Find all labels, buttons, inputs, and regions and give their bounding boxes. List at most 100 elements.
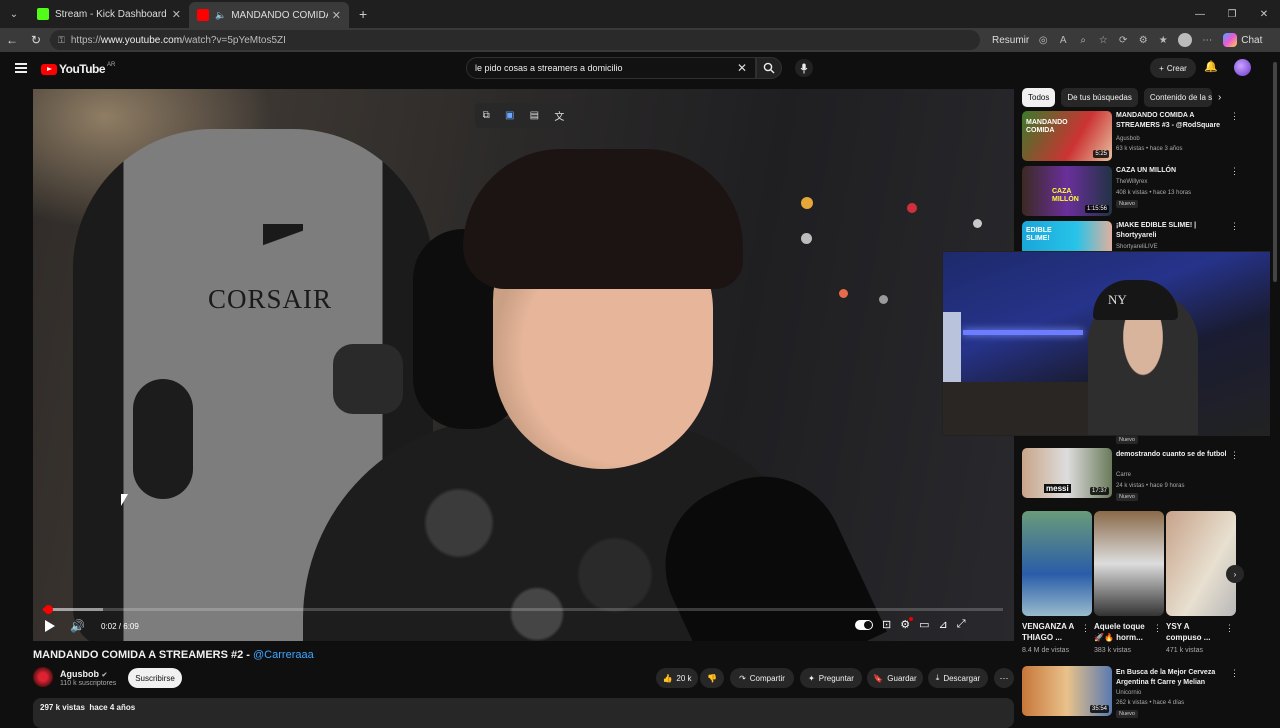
short-title[interactable]: YSY A compuso ...: [1166, 621, 1224, 643]
short-thumbnail[interactable]: [1166, 511, 1236, 616]
voice-search-button[interactable]: [795, 59, 813, 77]
picture-in-picture-window[interactable]: NY: [942, 251, 1272, 436]
settings-more-icon[interactable]: ⋯: [1197, 35, 1217, 46]
summarize-icon[interactable]: ◎: [1033, 35, 1053, 46]
short-thumbnail[interactable]: [1022, 511, 1092, 616]
more-options-icon[interactable]: ⋮: [1230, 166, 1239, 177]
copilot-icon[interactable]: [1223, 33, 1238, 47]
share-label: Compartir: [749, 673, 785, 683]
miniplayer-icon[interactable]: ▭: [919, 618, 929, 631]
more-options-icon[interactable]: ⋮: [1230, 668, 1239, 679]
resumir-button[interactable]: Resumir: [992, 35, 1029, 46]
video-capture-icon[interactable]: ▣: [505, 110, 514, 121]
favorites-icon[interactable]: ★: [1153, 35, 1173, 46]
subtitles-icon[interactable]: ⊡: [882, 618, 891, 631]
url-path: /watch?v=5pYeMtos5ZI: [182, 34, 286, 46]
duration-badge: 5:25: [1093, 150, 1109, 158]
create-button[interactable]: + Crear: [1150, 58, 1196, 78]
short-title[interactable]: Aquele toque 🚀🔥 horm...: [1094, 621, 1152, 643]
volume-icon[interactable]: 🔊: [70, 619, 85, 633]
like-button[interactable]: 👍 20 k: [656, 668, 698, 688]
scrubber-handle[interactable]: [44, 605, 53, 614]
translate-icon[interactable]: 文: [554, 108, 564, 123]
thumbnail-text: CAZA MILLÓN: [1052, 188, 1079, 203]
dislike-button[interactable]: 👎: [700, 668, 724, 688]
description-box[interactable]: [33, 698, 1014, 728]
more-actions-button[interactable]: ⋯: [994, 668, 1014, 688]
download-icon: ⤓: [935, 673, 940, 682]
shorts-next-button[interactable]: ›: [1226, 565, 1244, 583]
close-tab-icon[interactable]: ✕: [332, 9, 341, 22]
title-mention-link[interactable]: @Carreraaa: [253, 649, 314, 661]
cast-icon[interactable]: ⊿: [939, 618, 948, 631]
restore-icon[interactable]: ❐: [1216, 0, 1248, 28]
video-thumbnail: messi 17:37: [1022, 448, 1112, 498]
chat-button[interactable]: Chat: [1241, 35, 1262, 46]
page-scrollbar[interactable]: [1270, 52, 1280, 720]
site-info-icon[interactable]: ⚿: [58, 35, 65, 46]
address-bar[interactable]: ⚿ https://www.youtube.com/watch?v=5pYeMt…: [50, 30, 980, 50]
tab-actions-menu[interactable]: ⌄: [3, 3, 25, 25]
minimize-icon[interactable]: —: [1184, 0, 1216, 28]
more-options-icon[interactable]: ⋮: [1225, 623, 1234, 634]
duration-badge: 1:15:56: [1084, 205, 1109, 213]
progress-bar[interactable]: [43, 605, 1003, 614]
search-button[interactable]: [756, 57, 782, 79]
read-aloud-icon[interactable]: A: [1053, 35, 1073, 46]
recommendation-item[interactable]: messi 17:37 demostrando cuanto se de fut…: [1022, 448, 1272, 501]
audio-playing-icon[interactable]: 🔈: [215, 10, 226, 21]
search-input[interactable]: le pido cosas a streamers a domicilio ✕: [466, 57, 756, 79]
tab-youtube-video[interactable]: 🔈 MANDANDO COMIDA A STREAMERS #2 ✕: [189, 2, 349, 28]
reload-icon[interactable]: ↻: [24, 33, 48, 47]
chevron-right-icon[interactable]: ›: [1218, 92, 1221, 103]
video-player[interactable]: CORSAIR: [33, 89, 1014, 641]
subscribe-button[interactable]: Suscribirse: [128, 668, 182, 688]
download-button[interactable]: ⤓ Descargar: [928, 668, 988, 688]
channel-name[interactable]: Agusbob ✔: [60, 669, 107, 679]
notifications-bell-icon[interactable]: 🔔: [1204, 60, 1218, 73]
chip-all[interactable]: Todos: [1022, 88, 1056, 107]
browser-profile-avatar[interactable]: [1178, 33, 1193, 47]
extensions-icon[interactable]: ⚙: [1133, 35, 1153, 46]
settings-gear-icon[interactable]: ⚙: [900, 617, 913, 631]
more-options-icon[interactable]: ⋮: [1153, 623, 1162, 634]
play-button[interactable]: [44, 620, 56, 633]
share-button[interactable]: ↷ Compartir: [730, 668, 794, 688]
chip-related[interactable]: Contenido de la se: [1143, 88, 1212, 107]
fullscreen-icon[interactable]: ⤢: [957, 618, 966, 631]
time-display: 0:02 / 6:09: [101, 622, 139, 631]
chip-from-searches[interactable]: De tus búsquedas: [1061, 88, 1138, 107]
favorite-star-icon[interactable]: ☆: [1093, 35, 1113, 46]
recommendation-item[interactable]: CAZA MILLÓN 1:15:56 CAZA UN MILLÓN TheWi…: [1022, 166, 1272, 216]
sparkle-icon: ✦: [808, 673, 815, 683]
window-close-icon[interactable]: ✕: [1248, 0, 1280, 28]
recommendation-item[interactable]: 35:54 En Busca de la Mejor Cerveza Argen…: [1022, 666, 1272, 718]
ask-button[interactable]: ✦ Preguntar: [800, 668, 862, 688]
video-thumbnail: CAZA MILLÓN 1:15:56: [1022, 166, 1112, 216]
new-tab-button[interactable]: +: [359, 6, 367, 22]
zoom-icon[interactable]: ⌕: [1073, 35, 1093, 46]
save-button[interactable]: 🔖 Guardar: [867, 668, 923, 688]
tab-kick-dashboard[interactable]: Stream - Kick Dashboard ✕: [29, 0, 189, 28]
recommendation-title: En Busca de la Mejor Cerveza Argentina f…: [1116, 669, 1216, 686]
more-options-icon[interactable]: ⋮: [1230, 221, 1239, 232]
menu-icon[interactable]: [15, 63, 27, 73]
short-title[interactable]: VENGANZA A THIAGO ...: [1022, 621, 1080, 643]
back-arrow-icon[interactable]: ←: [0, 33, 24, 47]
more-options-icon[interactable]: ⋮: [1230, 450, 1239, 461]
youtube-logo[interactable]: YouTube AR: [41, 62, 115, 76]
refresh-extension-icon[interactable]: ⟳: [1113, 35, 1133, 46]
more-options-icon[interactable]: ⋮: [1230, 111, 1239, 122]
recommendation-item[interactable]: MANDANDO COMIDA 5:25 MANDANDO COMIDA A S…: [1022, 111, 1272, 161]
channel-avatar[interactable]: [33, 667, 53, 687]
more-options-icon[interactable]: ⋮: [1081, 623, 1090, 634]
pip-icon[interactable]: ⧉: [483, 110, 490, 121]
clear-search-icon[interactable]: ✕: [737, 61, 747, 75]
notes-icon[interactable]: ▤: [530, 110, 539, 121]
autoplay-toggle[interactable]: [855, 619, 873, 630]
microphone-icon: [800, 63, 808, 73]
short-thumbnail[interactable]: [1094, 511, 1164, 616]
recommendation-channel: Carre: [1116, 472, 1132, 478]
user-avatar[interactable]: [1234, 59, 1251, 76]
close-tab-icon[interactable]: ✕: [172, 8, 181, 21]
